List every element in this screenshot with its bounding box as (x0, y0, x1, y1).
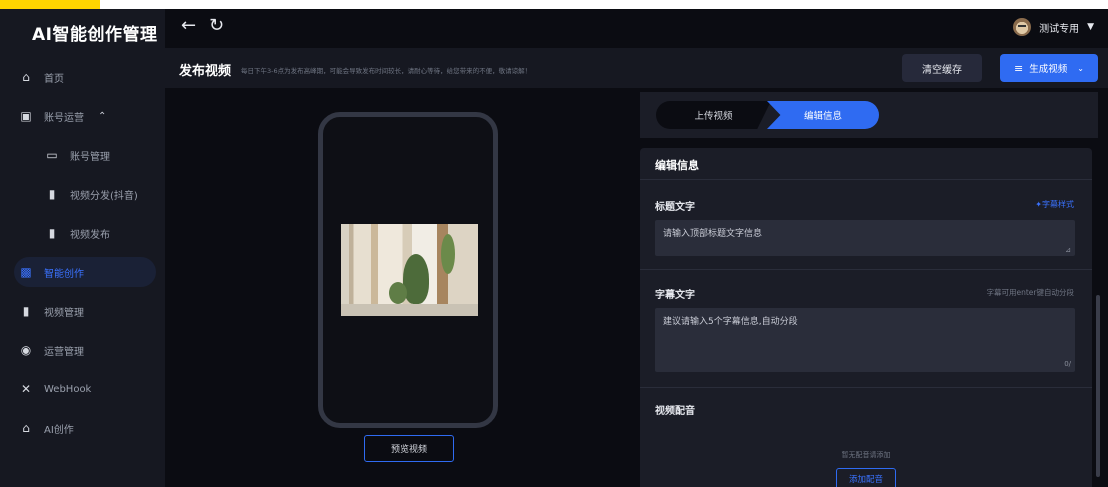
subtitle-placeholder: 建议请输入5个字幕信息,自动分段 (663, 317, 798, 327)
clear-cache-button[interactable]: 清空缓存 (902, 54, 982, 82)
sidebar-item-ops-manage[interactable]: ◉ 运营管理 (18, 335, 156, 365)
video-thumbnail (341, 224, 478, 316)
title-placeholder: 请输入顶部标题文字信息 (663, 229, 763, 239)
video-icon: ▮ (22, 304, 30, 318)
subtitle-style-label: 字幕样式 (1042, 200, 1074, 209)
sidebar-item-label: 视频发布 (70, 229, 110, 241)
subtitle-counter: 0/ (1064, 360, 1071, 368)
app-title: AI智能创作管理 (32, 25, 158, 45)
robot-icon: ▩ (20, 265, 32, 279)
resize-handle-icon[interactable]: ⊿ (1065, 246, 1071, 254)
video-icon: ▮ (48, 226, 56, 240)
edit-info-form: 编辑信息 标题文字 ✦字幕样式 请输入顶部标题文字信息 ⊿ 字幕文字 字幕可用e… (640, 148, 1092, 487)
preview-video-button[interactable]: 预览视频 (364, 435, 454, 462)
user-name: 测试专用 (1039, 23, 1080, 35)
sidebar-item-label: 视频分发(抖音) (70, 190, 138, 202)
monitor-icon: ▭ (46, 148, 58, 162)
generate-video-button[interactable]: ≡ 生成视频 ⌄ (1000, 54, 1098, 82)
sidebar-item-account-ops[interactable]: ▣ 账号运营 ⌃ (18, 101, 156, 131)
subtitle-style-link[interactable]: ✦字幕样式 (1035, 199, 1074, 210)
section-title: 编辑信息 (640, 148, 1092, 180)
generate-video-label: 生成视频 (1029, 64, 1068, 75)
trophy-icon: ◉ (20, 343, 32, 357)
sidebar-item-label: 运营管理 (44, 346, 84, 358)
top-strip-highlight (0, 0, 100, 9)
form-scrollbar[interactable] (1096, 295, 1100, 477)
thumbnail-floor (341, 304, 478, 316)
top-strip (0, 0, 1108, 9)
thumbnail-plant (389, 282, 407, 304)
magic-wand-icon: ✦ (1035, 200, 1042, 209)
sidebar-item-home[interactable]: ⌂ 首页 (18, 62, 156, 92)
publish-notice: 每日下午3-6点为发布高峰期，可能会导致发布时间较长，请耐心等待，给您带来的不便… (241, 67, 532, 75)
sidebar-item-label: 视频管理 (44, 307, 84, 319)
back-arrow-icon[interactable]: ← (181, 15, 196, 36)
sidebar-item-video-manage[interactable]: ▮ 视频管理 (18, 296, 156, 326)
sidebar: AI智能创作管理 ⌂ 首页 ▣ 账号运营 ⌃ ▭ 账号管理 ▮ 视频分发(抖音)… (0, 9, 165, 487)
preview-panel: 预览视频 (178, 88, 633, 487)
caret-down-icon: ▼ (1087, 22, 1094, 32)
step-edit-info[interactable]: 编辑信息 (767, 101, 879, 129)
sidebar-item-label: 账号管理 (70, 151, 110, 163)
shuffle-icon: ✕ (20, 382, 32, 396)
thumbnail-plant (403, 254, 429, 304)
sidebar-item-label: 账号运营 (44, 112, 84, 124)
generate-icon: ≡ (1014, 61, 1024, 75)
sidebar-item-video-distribute[interactable]: ▮ 视频分发(抖音) (44, 179, 156, 209)
avatar (1013, 18, 1032, 36)
divider (640, 387, 1092, 388)
sidebar-item-label: 智能创作 (44, 268, 84, 280)
home-icon: ⌂ (22, 421, 30, 435)
sidebar-item-label: 首页 (44, 73, 64, 85)
sidebar-item-webhook[interactable]: ✕ WebHook (18, 374, 156, 404)
sidebar-item-ai-create[interactable]: ⌂ AI创作 (18, 413, 156, 443)
dubbing-empty-note: 暂无配音请添加 (841, 451, 891, 459)
title-text-label: 标题文字 (655, 202, 695, 213)
dubbing-label: 视频配音 (655, 406, 695, 417)
subtitle-text-input[interactable]: 建议请输入5个字幕信息,自动分段 0/ (655, 308, 1075, 372)
add-dubbing-button[interactable]: 添加配音 (836, 468, 896, 487)
video-icon: ▮ (48, 187, 56, 201)
chart-icon: ▣ (20, 109, 32, 123)
user-menu[interactable]: 测试专用 ▼ (1013, 18, 1094, 36)
refresh-icon[interactable]: ↻ (209, 15, 224, 36)
step-indicator: 上传视频 编辑信息 (640, 92, 1098, 138)
page-title: 发布视频 (179, 64, 232, 79)
sidebar-item-video-publish[interactable]: ▮ 视频发布 (44, 218, 156, 248)
title-text-input[interactable]: 请输入顶部标题文字信息 ⊿ (655, 220, 1075, 256)
step-upload-video[interactable]: 上传视频 (656, 101, 771, 129)
top-bar: ← ↻ 测试专用 ▼ (165, 9, 1108, 45)
divider (640, 269, 1092, 270)
home-icon: ⌂ (22, 70, 30, 84)
chevron-up-icon: ⌃ (98, 110, 107, 122)
sidebar-item-label: WebHook (44, 383, 92, 395)
sidebar-item-smart-create[interactable]: ▩ 智能创作 (14, 257, 156, 287)
subtitle-text-label: 字幕文字 (655, 290, 695, 301)
chevron-down-icon: ⌄ (1077, 63, 1084, 73)
subtitle-hint: 字幕可用enter键自动分段 (986, 288, 1074, 297)
sidebar-item-account-manage[interactable]: ▭ 账号管理 (44, 140, 156, 170)
page-header: 发布视频 每日下午3-6点为发布高峰期，可能会导致发布时间较长，请耐心等待，给您… (165, 48, 1108, 88)
thumbnail-plant (441, 234, 455, 274)
sidebar-item-label: AI创作 (44, 424, 74, 436)
